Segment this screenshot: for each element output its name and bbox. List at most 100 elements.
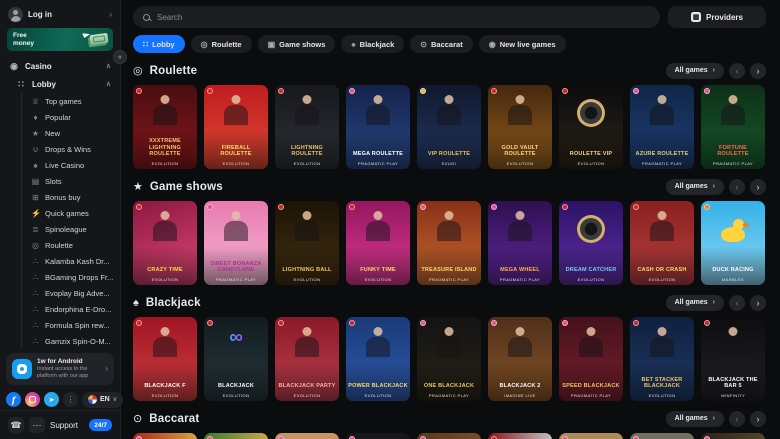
card-art xyxy=(366,95,390,125)
next-arrow-button[interactable]: › xyxy=(750,295,766,311)
android-app-promo[interactable]: 1w for Android Instant access to the pla… xyxy=(6,353,114,385)
tab-new-live-games[interactable]: ◉New live games xyxy=(479,35,566,53)
game-card[interactable] xyxy=(204,433,268,439)
all-games-button[interactable]: All games› xyxy=(666,295,724,311)
game-card[interactable]: Roulette VIPEVOLUTION xyxy=(559,85,623,169)
game-card[interactable]: Gold Vault RouletteEVOLUTION xyxy=(488,85,552,169)
more-socials-button[interactable]: ⋮ xyxy=(63,392,78,407)
collapse-sidebar-button[interactable]: « xyxy=(113,50,127,64)
sidebar-item-endorphina[interactable]: ∴Endorphina E-Dro... xyxy=(22,301,120,317)
sidebar-item-evoplay-big[interactable]: ∴Evoplay Big Adve... xyxy=(22,285,120,301)
chat-icon[interactable]: ⋯ xyxy=(29,417,45,433)
sidebar-item-gamzix-spin[interactable]: ∴Gamzix Spin-O-M... xyxy=(22,333,120,349)
chevron-right-icon: › xyxy=(713,299,715,306)
game-card[interactable] xyxy=(417,433,481,439)
search-input[interactable] xyxy=(157,13,650,22)
next-arrow-button[interactable]: › xyxy=(750,63,766,79)
game-card[interactable]: Crazy TimeEVOLUTION xyxy=(133,201,197,285)
game-card[interactable]: Speed BlackjackPRAGMATIC PLAY xyxy=(559,317,623,401)
all-games-button[interactable]: All games› xyxy=(666,411,724,427)
section-controls: All games› ‹ › xyxy=(666,295,766,311)
game-card[interactable]: Mega WheelPRAGMATIC PLAY xyxy=(488,201,552,285)
search-bar[interactable] xyxy=(133,6,660,28)
sidebar-item-kalamba-kash[interactable]: ∴Kalamba Kash Dr... xyxy=(22,253,120,269)
instagram-icon[interactable] xyxy=(25,392,40,407)
tab-blackjack[interactable]: ♠Blackjack xyxy=(341,35,404,53)
tab-lobby[interactable]: ∷Lobby xyxy=(133,35,185,53)
game-card[interactable]: XXXtreme Lightning RouletteEVOLUTION xyxy=(133,85,197,169)
card-art xyxy=(508,95,532,125)
game-card[interactable]: Lightning BallEVOLUTION xyxy=(275,201,339,285)
game-card[interactable]: Blackjack The Bar 5 WINFINITY xyxy=(701,317,765,401)
tab-game-shows[interactable]: ▣Game shows xyxy=(258,35,336,53)
tab-roulette[interactable]: ◎Roulette xyxy=(191,35,252,53)
chevron-right-icon: › xyxy=(105,364,108,373)
game-card[interactable]: Dream CatcherEVOLUTION xyxy=(559,201,623,285)
language-selector[interactable]: EN ∨ xyxy=(82,392,123,408)
providers-button[interactable]: ▦ Providers xyxy=(668,6,766,28)
prev-arrow-button[interactable]: ‹ xyxy=(729,295,745,311)
phone-icon[interactable]: ☎ xyxy=(8,417,24,433)
sidebar-item-casino[interactable]: ◉ Casino ∧ xyxy=(0,57,120,75)
game-card[interactable] xyxy=(275,433,339,439)
game-card[interactable]: Power BlackjackEVOLUTION xyxy=(346,317,410,401)
sidebar-item-spinoleague[interactable]: ≣Spinoleague xyxy=(22,221,120,237)
all-games-button[interactable]: All games› xyxy=(666,179,724,195)
game-card[interactable] xyxy=(701,433,765,439)
game-card[interactable] xyxy=(630,433,694,439)
game-card[interactable]: Mega RoulettePRAGMATIC PLAY xyxy=(346,85,410,169)
game-card[interactable]: Azure RoulettePRAGMATIC PLAY xyxy=(630,85,694,169)
free-money-banner[interactable]: Free money xyxy=(7,28,113,51)
sidebar-item-lobby[interactable]: ∷ Lobby ∧ xyxy=(0,75,120,93)
sidebar-item-quick-games[interactable]: ⚡Quick games xyxy=(22,205,120,221)
game-card[interactable]: Lightning RouletteEVOLUTION xyxy=(275,85,339,169)
game-card[interactable]: Treasure IslandPRAGMATIC PLAY xyxy=(417,201,481,285)
support-label[interactable]: Support xyxy=(50,421,78,430)
game-card[interactable]: Cash or CrashEVOLUTION xyxy=(630,201,694,285)
promo-icon: ∴ xyxy=(31,305,40,314)
game-card[interactable]: Fortune RoulettePRAGMATIC PLAY xyxy=(701,85,765,169)
sidebar-item-drops-wins[interactable]: ∪Drops & Wins xyxy=(22,141,120,157)
game-card[interactable]: Blackjack 2IMAGINE LIVE xyxy=(488,317,552,401)
game-title: Blackjack The Bar 5 xyxy=(703,377,763,390)
all-games-button[interactable]: All games› xyxy=(666,63,724,79)
game-card[interactable]: Funky TimeEVOLUTION xyxy=(346,201,410,285)
game-card[interactable]: One BlackjackPRAGMATIC PLAY xyxy=(417,317,481,401)
next-arrow-button[interactable]: › xyxy=(750,179,766,195)
login-button[interactable]: Log in › xyxy=(0,0,120,28)
facebook-icon[interactable]: f xyxy=(6,392,21,407)
game-card[interactable]: BlackjackEVOLUTION xyxy=(204,317,268,401)
game-provider: WINFINITY xyxy=(701,393,765,398)
prev-arrow-button[interactable]: ‹ xyxy=(729,63,745,79)
grid-icon: ∷ xyxy=(16,79,26,90)
sidebar-item-live-casino[interactable]: ♠Live Casino xyxy=(22,157,120,173)
game-card[interactable]: Sweet Bonanza CandyLandPRAGMATIC PLAY xyxy=(204,201,268,285)
sidebar-item-roulette[interactable]: ◎Roulette xyxy=(22,237,120,253)
sidebar-item-formula-spin[interactable]: ∴Formula Spin rew... xyxy=(22,317,120,333)
game-card[interactable] xyxy=(488,433,552,439)
sidebar-item-popular[interactable]: ♦Popular xyxy=(22,109,120,125)
sidebar-item-slots[interactable]: ▤Slots xyxy=(22,173,120,189)
sidebar-item-bgaming-drops[interactable]: ∴BGaming Drops Fr... xyxy=(22,269,120,285)
game-card[interactable] xyxy=(559,433,623,439)
next-arrow-button[interactable]: › xyxy=(750,411,766,427)
telegram-icon[interactable]: ➤ xyxy=(44,392,59,407)
game-card[interactable] xyxy=(133,433,197,439)
game-card[interactable]: Blackjack PartyEVOLUTION xyxy=(275,317,339,401)
game-card[interactable]: Blackjack FEVOLUTION xyxy=(133,317,197,401)
tab-baccarat[interactable]: ⊙Baccarat xyxy=(410,35,472,53)
game-card[interactable]: Duck RacingMARBLES xyxy=(701,201,765,285)
sidebar-item-bonus-buy[interactable]: ⊞Bonus buy xyxy=(22,189,120,205)
sidebar-item-top-games[interactable]: ♕Top games xyxy=(22,93,120,109)
game-provider: EVOLUTION xyxy=(275,277,339,282)
game-card[interactable] xyxy=(346,433,410,439)
language-code: EN xyxy=(100,396,110,403)
sidebar-item-new[interactable]: ★New xyxy=(22,125,120,141)
game-card[interactable]: Fireball RouletteEVOLUTION xyxy=(204,85,268,169)
game-card[interactable]: VIP RouletteEZUGI xyxy=(417,85,481,169)
card-art xyxy=(221,325,251,355)
provider-badge-icon xyxy=(704,88,710,94)
prev-arrow-button[interactable]: ‹ xyxy=(729,411,745,427)
prev-arrow-button[interactable]: ‹ xyxy=(729,179,745,195)
game-card[interactable]: Bet Stacker BlackjackEVOLUTION xyxy=(630,317,694,401)
